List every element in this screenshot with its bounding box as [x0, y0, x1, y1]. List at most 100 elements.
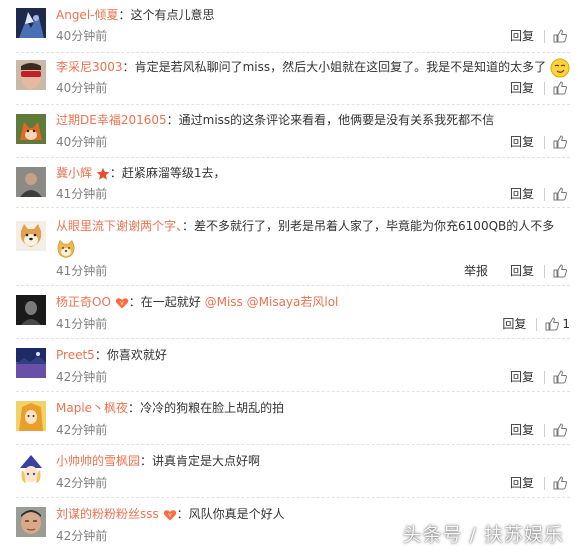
like-button[interactable]	[553, 29, 570, 43]
user-avatar[interactable]	[16, 348, 46, 378]
comment-text: 通过miss的这条评论来看看，他俩要是没有关系我死都不信	[178, 113, 495, 127]
comment-text: 差不多就行了，别老是吊着人家了，毕竟能为你充6100QB的人不多	[194, 219, 555, 233]
like-button[interactable]	[553, 264, 570, 278]
comment-time: 42分钟前	[56, 476, 108, 490]
comment-item: Angel-倾夏：这个有点儿意思 40分钟前 回复	[0, 0, 578, 52]
heart-badge-icon: V	[115, 297, 128, 308]
comment-username[interactable]: 杨正奇OO	[56, 295, 111, 309]
user-avatar[interactable]	[16, 454, 46, 484]
reply-button[interactable]: 回复	[510, 422, 534, 438]
comment-item: 从眼里流下谢谢两个字、：差不多就行了，别老是吊着人家了，毕竟能为你充6100QB…	[0, 207, 578, 285]
comment-actions: 回复	[488, 422, 570, 438]
comment-actions: 回复	[488, 475, 570, 491]
comment-actions: 举报 回复	[442, 263, 570, 279]
reply-button[interactable]: 回复	[510, 134, 534, 150]
like-button[interactable]: 1	[545, 316, 570, 332]
reply-button[interactable]: 回复	[510, 80, 534, 96]
action-separator	[544, 135, 545, 149]
comment-time: 41分钟前	[56, 317, 108, 331]
reply-button[interactable]: 回复	[510, 263, 534, 279]
comment-body: 杨正奇OO V ：在一起就好 @Miss @Misaya若风lol	[56, 295, 339, 309]
comment-body: 小帅帅的雪枫园：讲真肯定是大点好啊	[56, 454, 261, 468]
user-avatar[interactable]	[16, 507, 46, 537]
doge-emoji-icon	[57, 239, 75, 258]
comment-item: Maple丶枫夜：冷冷的狗粮在脸上胡乱的拍 42分钟前 回复	[0, 391, 578, 444]
comment-username[interactable]: 刘谋的粉粉粉丝sss	[56, 507, 159, 521]
svg-text:V: V	[168, 513, 172, 519]
comment-actions: 回复	[488, 134, 570, 150]
thumbs-up-icon	[553, 81, 567, 95]
thumbs-up-icon	[553, 135, 567, 149]
action-separator	[544, 264, 545, 278]
comment-item: 小帅帅的雪枫园：讲真肯定是大点好啊 42分钟前 回复	[0, 444, 578, 497]
mention-link[interactable]: @Miss	[205, 295, 243, 309]
comment-actions: 回复	[488, 369, 570, 385]
comment-item: 杨正奇OO V ：在一起就好 @Miss @Misaya若风lol 41分钟前 回…	[0, 285, 578, 338]
reply-button[interactable]: 回复	[510, 369, 534, 385]
comment-time: 41分钟前	[56, 264, 108, 278]
thumbs-up-icon	[553, 370, 567, 384]
comment-text: 肯定是若风私聊问了miss，然后大小姐就在这回复了。我是不是知道的太多了	[134, 60, 547, 74]
action-separator	[544, 187, 545, 201]
comment-text: 这个有点儿意思	[130, 8, 215, 22]
user-avatar[interactable]	[16, 221, 46, 251]
comment-text: 冷冷的狗粮在脸上胡乱的拍	[140, 401, 285, 415]
action-separator	[544, 370, 545, 384]
comment-username[interactable]: 过期DE幸福201605	[56, 113, 167, 127]
comment-body: Preet5：你喜欢就好	[56, 348, 167, 362]
heart-badge-icon: V	[163, 509, 176, 520]
comment-username[interactable]: Preet5	[56, 348, 95, 362]
user-avatar[interactable]	[16, 167, 46, 197]
like-button[interactable]	[553, 81, 570, 95]
comment-body: 从眼里流下谢谢两个字、：差不多就行了，别老是吊着人家了，毕竟能为你充6100QB…	[56, 215, 570, 259]
comment-actions: 回复	[488, 186, 570, 202]
comment-item: 李采尼3003：肯定是若风私聊问了miss，然后大小姐就在这回复了。我是不是知道…	[0, 52, 578, 104]
svg-text:V: V	[120, 301, 124, 307]
comment-time: 41分钟前	[56, 187, 108, 201]
thumbs-up-icon	[545, 317, 560, 331]
comment-text: 讲真肯定是大点好啊	[152, 454, 261, 468]
comment-username[interactable]: 李采尼3003	[56, 60, 123, 74]
comment-body: 冀小辉 ：赶紧麻溜等级1去，	[56, 166, 226, 180]
user-avatar[interactable]	[16, 60, 46, 90]
user-avatar[interactable]	[16, 8, 46, 38]
comment-username[interactable]: 从眼里流下谢谢两个字、	[56, 219, 182, 233]
thumbs-up-icon	[553, 29, 567, 43]
like-count: 1	[562, 317, 570, 331]
comment-body: Angel-倾夏：这个有点儿意思	[56, 8, 215, 22]
reply-button[interactable]: 回复	[510, 186, 534, 202]
comment-username[interactable]: 小帅帅的雪枫园	[56, 454, 140, 468]
action-separator	[544, 476, 545, 490]
like-button[interactable]	[553, 476, 570, 490]
comment-time: 40分钟前	[56, 81, 108, 95]
comment-actions: 回复 1	[480, 316, 570, 332]
comment-text: 在一起就好	[140, 295, 201, 309]
mention-link[interactable]: @Misaya若风lol	[247, 295, 339, 309]
like-button[interactable]	[553, 423, 570, 437]
comment-item: Preet5：你喜欢就好 42分钟前 回复	[0, 338, 578, 391]
report-button[interactable]: 举报	[464, 263, 488, 279]
user-avatar[interactable]	[16, 114, 46, 144]
comment-username[interactable]: 冀小辉	[56, 166, 92, 180]
user-avatar[interactable]	[16, 401, 46, 431]
reply-button[interactable]: 回复	[502, 316, 526, 332]
comment-text: 你喜欢就好	[106, 348, 167, 362]
like-button[interactable]	[553, 135, 570, 149]
thumbs-up-icon	[553, 423, 567, 437]
reply-button[interactable]: 回复	[510, 28, 534, 44]
like-button[interactable]	[553, 187, 570, 201]
comment-body: 李采尼3003：肯定是若风私聊问了miss，然后大小姐就在这回复了。我是不是知道…	[56, 56, 570, 78]
reply-button[interactable]: 回复	[510, 475, 534, 491]
comment-time: 42分钟前	[56, 423, 108, 437]
comment-username[interactable]: Angel-倾夏	[56, 8, 118, 22]
action-separator	[544, 29, 545, 43]
action-separator	[536, 317, 538, 331]
action-separator	[544, 423, 545, 437]
smirk-emoji-icon	[550, 58, 570, 77]
user-avatar[interactable]	[16, 295, 46, 325]
action-separator	[544, 81, 545, 95]
thumbs-up-icon	[553, 187, 567, 201]
like-button[interactable]	[553, 370, 570, 384]
comment-username[interactable]: Maple丶枫夜	[56, 401, 128, 415]
comment-body: Maple丶枫夜：冷冷的狗粮在脸上胡乱的拍	[56, 401, 285, 415]
